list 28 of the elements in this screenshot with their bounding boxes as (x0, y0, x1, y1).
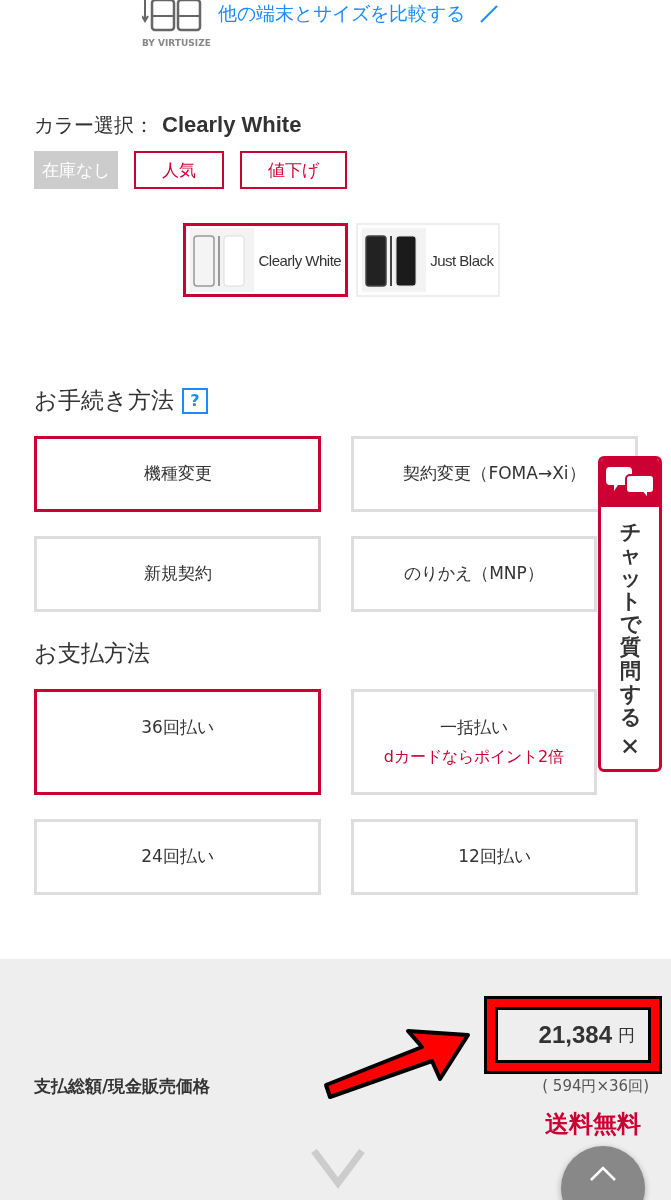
total-amount: 21,384 (538, 1021, 612, 1049)
payment-option[interactable]: 24回払い (34, 819, 321, 895)
size-compare-icon (142, 0, 204, 34)
total-label: 支払総額/現金販売価格 (34, 1075, 211, 1098)
payment-option[interactable]: 一括払い dカードならポイント2倍 (351, 689, 597, 795)
procedure-option[interactable]: 新規契約 (34, 536, 321, 612)
currency-unit: 円 (618, 1023, 635, 1047)
tag: 人気 (134, 151, 224, 189)
payment-option[interactable]: 12回払い (351, 819, 638, 895)
payment-option[interactable]: 36回払い (34, 689, 321, 795)
chevron-up-icon (589, 1166, 617, 1182)
shipping-note: 送料無料 (545, 1109, 641, 1140)
procedure-option[interactable]: 契約変更（FOMA→Xi） (351, 436, 638, 512)
selected-color: Clearly White (162, 112, 302, 138)
close-button[interactable]: ✕ (620, 728, 640, 769)
color-select-label: カラー選択： (34, 112, 154, 139)
chat-label[interactable]: チャットで質問する (619, 521, 641, 729)
section-title: お手続き方法 (34, 386, 174, 415)
option-note: dカードならポイント2倍 (383, 747, 565, 768)
chevron-icon (310, 1149, 366, 1189)
procedure-option[interactable]: 機種変更 (34, 436, 321, 512)
brand-logo: BY VIRTUSIZE (142, 38, 211, 48)
color-option[interactable]: Just Black (356, 223, 500, 297)
monthly-payment: ( 594円×36回) (542, 1077, 649, 1096)
tag: 値下げ (240, 151, 347, 189)
color-option[interactable]: Clearly White (183, 223, 349, 297)
section-title: お支払方法 (34, 639, 150, 668)
procedure-option[interactable]: のりかえ（MNP） (351, 536, 597, 612)
